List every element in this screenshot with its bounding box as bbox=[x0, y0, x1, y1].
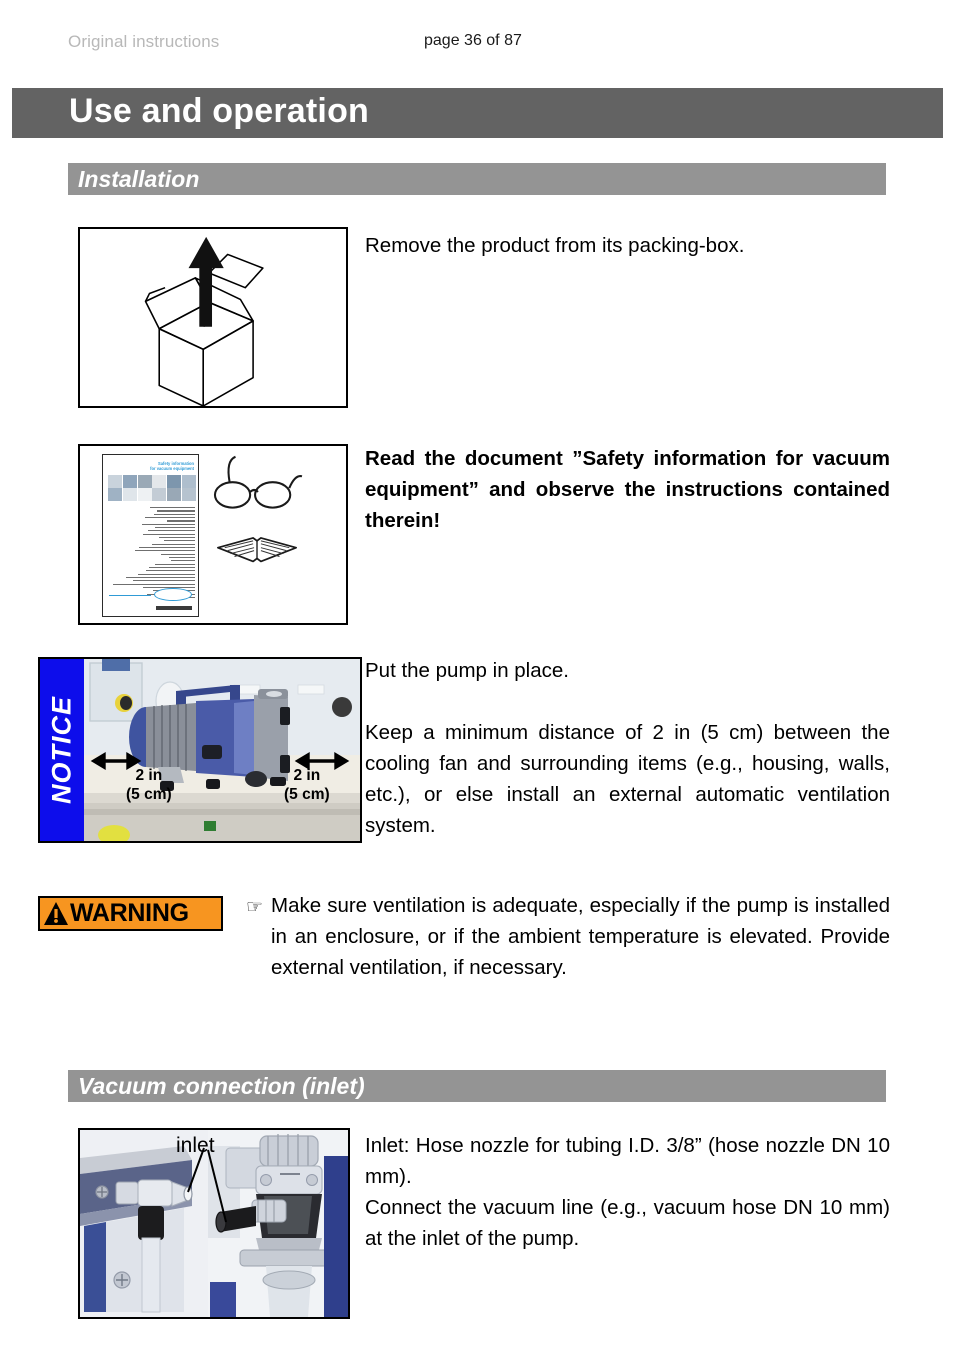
instruction-paragraph: Make sure ventilation is adequate, espec… bbox=[271, 894, 890, 979]
chapter-banner: Use and operation bbox=[12, 88, 943, 138]
chapter-title: Use and operation bbox=[69, 92, 370, 130]
clearance-label-left: 2 in (5 cm) bbox=[126, 766, 172, 804]
instruction-text-inlet: Inlet: Hose nozzle for tubing I.D. 3/8” … bbox=[365, 1130, 890, 1254]
notice-badge: NOTICE bbox=[40, 659, 84, 841]
figure-pump-inlet: inlet bbox=[78, 1128, 350, 1319]
inlet-photo: inlet bbox=[80, 1130, 348, 1317]
instruction-paragraph-2: Connect the vacuum line (e.g., vacuum ho… bbox=[365, 1196, 890, 1250]
pump-placement-photo: 2 in (5 cm) 2 in (5 cm) bbox=[84, 659, 360, 841]
section-title-vacuum-connection: Vacuum connection (inlet) bbox=[78, 1073, 365, 1099]
clearance-left-inches: 2 in bbox=[135, 767, 163, 784]
clearance-label-right: 2 in (5 cm) bbox=[284, 766, 330, 804]
running-head-left-note: Original instructions bbox=[68, 32, 220, 51]
pump-on-lab-bench-illustration bbox=[84, 659, 360, 841]
section-header-installation: Installation bbox=[68, 163, 886, 195]
inlet-photo-caption: inlet bbox=[176, 1134, 215, 1157]
instruction-paragraph-2: Keep a minimum distance of 2 in (5 cm) b… bbox=[365, 721, 890, 837]
open-box-with-up-arrow-icon bbox=[144, 236, 264, 406]
section-title-installation: Installation bbox=[78, 166, 200, 192]
clearance-left-cm: (5 cm) bbox=[126, 786, 172, 803]
clearance-right-cm: (5 cm) bbox=[284, 786, 330, 803]
open-book-icon bbox=[217, 537, 298, 563]
page-running-head: Original instructions page 36 of 87 bbox=[0, 32, 954, 56]
inlet-hose-nozzle-illustration bbox=[80, 1130, 348, 1317]
warning-badge: WARNING bbox=[38, 896, 223, 931]
pointing-hand-icon: ☞ bbox=[246, 897, 264, 918]
warning-triangle-icon bbox=[44, 902, 68, 925]
glasses-and-open-book-icon bbox=[213, 455, 303, 563]
figure-safety-document: Safety information for vacuum equipment bbox=[78, 444, 348, 625]
page-number-indicator: page 36 of 87 bbox=[424, 32, 522, 49]
instruction-text-ventilation-warning: Make sure ventilation is adequate, espec… bbox=[271, 890, 890, 983]
warning-badge-label: WARNING bbox=[70, 899, 189, 927]
instruction-paragraph-1: Inlet: Hose nozzle for tubing I.D. 3/8” … bbox=[365, 1134, 890, 1188]
section-header-vacuum-connection: Vacuum connection (inlet) bbox=[68, 1070, 886, 1102]
clearance-right-inches: 2 in bbox=[293, 767, 321, 784]
instruction-text-place-pump: Put the pump in place. Keep a minimum di… bbox=[365, 655, 890, 841]
figure-packing-box bbox=[78, 227, 348, 408]
notice-figure-block: NOTICE 2 in (5 cm) 2 in (5 cm) bbox=[38, 657, 362, 843]
instruction-paragraph: Remove the product from its packing-box. bbox=[365, 234, 745, 257]
up-arrow-icon bbox=[188, 236, 224, 327]
instruction-paragraph-1: Put the pump in place. bbox=[365, 659, 569, 682]
notice-badge-label: NOTICE bbox=[46, 695, 77, 805]
instruction-text-read-safety: Read the document ”Safety information fo… bbox=[365, 443, 890, 536]
instruction-text-unpack: Remove the product from its packing-box. bbox=[365, 230, 890, 261]
instruction-paragraph: Read the document ”Safety information fo… bbox=[365, 447, 890, 532]
